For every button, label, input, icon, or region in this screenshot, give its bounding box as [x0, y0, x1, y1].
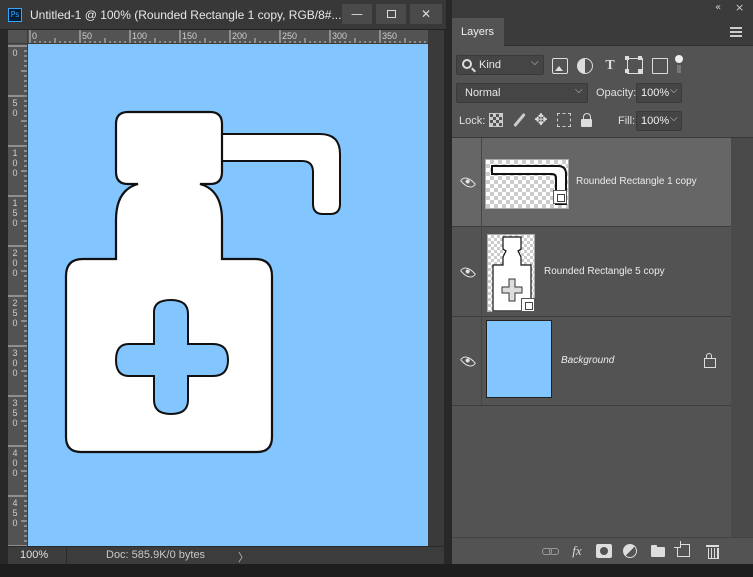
bottom-strip	[0, 564, 753, 577]
document-info: Doc: 585.9K/0 bytes	[106, 549, 206, 561]
link-layers-icon[interactable]	[542, 544, 559, 558]
adjustment-layer-icon[interactable]	[623, 544, 637, 558]
ruler-label: 150	[182, 31, 198, 41]
new-group-folder-icon[interactable]	[650, 544, 666, 558]
close-panel-icon[interactable]: ×	[735, 1, 744, 14]
ruler-label: 300	[332, 31, 348, 41]
blend-mode-select[interactable]: Normal ⌵	[456, 83, 588, 103]
ruler-label: 350	[12, 398, 18, 428]
status-divider	[66, 547, 67, 565]
layers-panel: « × Layers Kind ⌵ T Normal ⌵ Opacity: 10…	[452, 0, 753, 564]
document-tab[interactable]: Ps Untitled-1 @ 100% (Rounded Rectangle …	[0, 0, 446, 30]
layer-name[interactable]: Rounded Rectangle 5 copy	[544, 266, 665, 277]
layer-row-rounded-rectangle-5-copy[interactable]: Rounded Rectangle 5 copy	[452, 228, 731, 317]
ruler-label: 200	[232, 31, 248, 41]
ruler-label: 250	[282, 31, 298, 41]
document-window: Ps Untitled-1 @ 100% (Rounded Rectangle …	[0, 0, 446, 577]
layer-row-background[interactable]: Background	[452, 317, 731, 406]
layer-name[interactable]: Background	[561, 355, 614, 366]
ruler-label: 100	[12, 148, 18, 178]
vertical-ruler[interactable]: 050100150200250300350400450500	[8, 44, 28, 546]
panel-topbar: « ×	[452, 0, 753, 18]
visibility-toggle[interactable]	[452, 228, 482, 317]
chevron-down-icon: ⌵	[670, 113, 678, 124]
smart-object-filter-icon[interactable]	[652, 58, 668, 74]
tab-layers[interactable]: Layers	[452, 18, 504, 46]
filter-toggle-icon[interactable]	[675, 55, 683, 75]
panel-menu-icon[interactable]	[730, 27, 742, 37]
status-menu-arrow[interactable]: 〉	[238, 549, 249, 565]
maximize-button[interactable]	[376, 4, 406, 24]
zoom-level[interactable]: 100%	[20, 549, 48, 561]
lock-transparent-pixels-icon[interactable]	[489, 113, 503, 127]
opacity-label: Opacity:	[596, 87, 637, 99]
photoshop-icon: Ps	[8, 8, 22, 22]
adjustment-layer-filter-icon[interactable]	[577, 58, 593, 74]
chevron-down-icon: ⌵	[531, 57, 539, 68]
panel-tab-row: Layers	[452, 18, 753, 46]
chevron-down-icon: ⌵	[575, 85, 583, 96]
lock-image-pixels-icon[interactable]	[512, 113, 526, 127]
ruler-label: 350	[382, 31, 398, 41]
layer-thumbnail[interactable]	[486, 320, 552, 398]
ruler-label: 300	[12, 348, 18, 378]
ruler-label: 450	[12, 498, 18, 528]
opacity-value: 100%	[641, 87, 670, 99]
shape-layer-filter-icon[interactable]	[625, 56, 643, 74]
layer-name[interactable]: Rounded Rectangle 1 copy	[576, 176, 697, 187]
ruler-label: 50	[82, 31, 93, 41]
close-button[interactable]: ✕	[410, 4, 442, 24]
canvas[interactable]	[28, 44, 428, 546]
pixel-layer-filter-icon[interactable]	[552, 58, 568, 74]
ruler-origin[interactable]	[8, 30, 28, 44]
maximize-icon	[386, 10, 396, 18]
soap-dispenser-artwork	[64, 110, 341, 454]
ruler-label: 200	[12, 248, 18, 278]
ruler-label: 100	[132, 31, 148, 41]
ruler-label: 250	[12, 298, 18, 328]
chevron-down-icon: ⌵	[670, 85, 678, 96]
visibility-toggle[interactable]	[452, 138, 482, 227]
ruler-label: 0	[32, 31, 38, 41]
eye-icon	[459, 264, 477, 281]
lock-artboard-icon[interactable]	[557, 113, 571, 127]
eye-icon	[459, 353, 477, 370]
layers-panel-footer: fx	[452, 537, 753, 564]
shape-layer-badge-icon	[553, 190, 567, 204]
eye-icon	[459, 174, 477, 191]
layer-list-scrollbar[interactable]	[731, 138, 753, 538]
visibility-toggle[interactable]	[452, 317, 482, 406]
fill-label: Fill:	[618, 115, 636, 127]
layer-lock-icon[interactable]	[704, 353, 716, 368]
opacity-field[interactable]: 100% ⌵	[636, 83, 682, 103]
filter-kind-label: Kind	[479, 59, 502, 71]
ruler-label: 400	[12, 448, 18, 478]
layer-row-rounded-rectangle-1-copy[interactable]: Rounded Rectangle 1 copy	[452, 138, 731, 227]
lock-all-icon[interactable]	[580, 113, 594, 127]
blend-mode-value: Normal	[465, 87, 501, 99]
ruler-label: 150	[12, 198, 18, 228]
document-title[interactable]: Untitled-1 @ 100% (Rounded Rectangle 1 c…	[30, 8, 341, 22]
collapse-panels-icon[interactable]: «	[715, 2, 721, 13]
horizontal-ruler[interactable]: 0 50 100 150 200 250 300 350	[28, 30, 428, 44]
ruler-label: 0	[12, 48, 18, 58]
shape-layer-badge-icon	[521, 298, 535, 312]
status-bar: 100% Doc: 585.9K/0 bytes 〉	[8, 546, 444, 565]
lock-position-icon[interactable]: ✥	[534, 112, 548, 128]
delete-layer-trash-icon[interactable]	[705, 544, 721, 559]
fill-value: 100%	[641, 115, 670, 127]
layer-style-fx-icon[interactable]: fx	[569, 544, 585, 558]
ruler-label: 50	[12, 98, 18, 118]
lock-label: Lock:	[459, 115, 486, 127]
minimize-button[interactable]: —	[342, 4, 372, 24]
document-scrollbar[interactable]	[428, 30, 444, 546]
fill-field[interactable]: 100% ⌵	[636, 111, 682, 131]
layer-list: Rounded Rectangle 1 copy Rounded Rectang…	[452, 137, 753, 538]
add-mask-icon[interactable]	[596, 544, 612, 558]
filter-kind-select[interactable]: Kind ⌵	[456, 55, 544, 75]
new-layer-icon[interactable]	[674, 541, 690, 557]
type-layer-filter-icon[interactable]: T	[602, 58, 618, 74]
search-icon	[462, 59, 472, 69]
